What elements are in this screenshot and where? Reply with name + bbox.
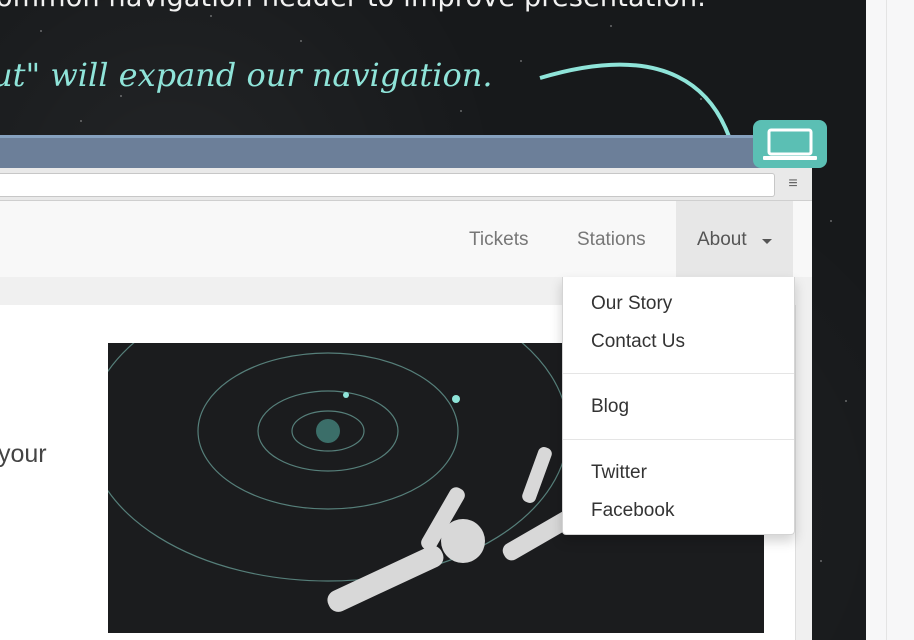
- browser-toolbar: ≡: [0, 168, 812, 201]
- panel-divider: [886, 0, 887, 640]
- menu-divider: [563, 439, 794, 440]
- nav-dropdown-about[interactable]: About: [676, 201, 793, 277]
- body-text-fragment: your: [0, 440, 47, 468]
- laptop-icon: [753, 120, 827, 168]
- right-panel: [866, 0, 914, 640]
- menu-item-blog[interactable]: Blog: [591, 396, 629, 418]
- url-input[interactable]: [0, 173, 775, 197]
- menu-item-facebook[interactable]: Facebook: [591, 500, 674, 522]
- hamburger-icon[interactable]: ≡: [783, 174, 803, 194]
- menu-item-twitter[interactable]: Twitter: [591, 462, 647, 484]
- about-dropdown-menu: Our Story Contact Us Blog Twitter Facebo…: [562, 277, 795, 535]
- caret-down-icon: [762, 239, 772, 244]
- menu-item-contact-us[interactable]: Contact Us: [591, 331, 685, 353]
- menu-divider: [563, 373, 794, 374]
- menu-item-our-story[interactable]: Our Story: [591, 293, 672, 315]
- browser-title-bar: [0, 135, 812, 171]
- nav-link-stations[interactable]: Stations: [577, 229, 646, 251]
- navbar: Tickets Stations About: [0, 201, 812, 278]
- about-label: About: [697, 229, 747, 250]
- nav-link-tickets[interactable]: Tickets: [469, 229, 528, 251]
